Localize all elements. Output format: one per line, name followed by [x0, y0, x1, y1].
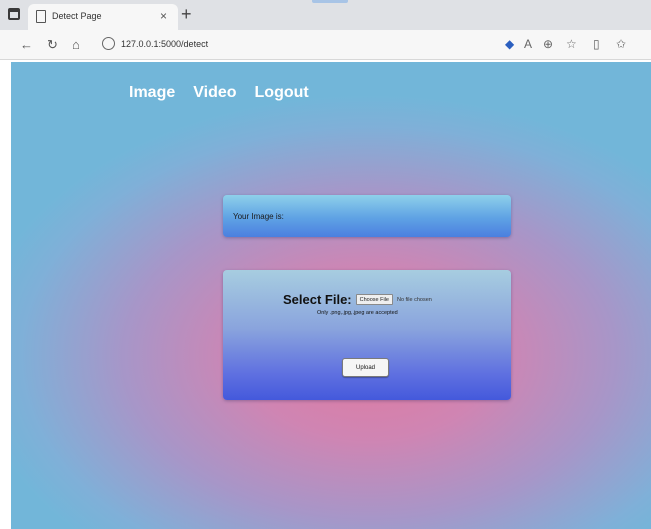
new-tab-icon[interactable]: + — [181, 3, 192, 25]
page-viewport: Image Video Logout Your Image is: Select… — [11, 62, 651, 529]
nav-image-link[interactable]: Image — [129, 84, 175, 102]
no-file-chosen-text: No file chosen — [397, 296, 432, 303]
home-icon[interactable]: ⌂ — [72, 38, 80, 52]
tab-title: Detect Page — [52, 11, 102, 21]
address-bar[interactable]: 127.0.0.1:5000/detect — [121, 39, 208, 49]
read-aloud-icon[interactable]: A — [524, 37, 532, 51]
choose-file-button[interactable]: Choose File — [355, 294, 393, 305]
accepted-formats-note: Only .png,.jpg,.jpeg are accepted — [317, 310, 398, 316]
window-menu-icon[interactable] — [8, 8, 20, 20]
file-select-row: Select File: Choose File No file chosen — [283, 292, 432, 307]
upload-button[interactable]: Upload — [342, 358, 389, 377]
result-panel: Your Image is: — [223, 195, 511, 237]
nav-video-link[interactable]: Video — [193, 84, 236, 102]
result-label: Your Image is: — [233, 212, 284, 221]
upload-panel: Select File: Choose File No file chosen … — [223, 270, 511, 400]
collections-icon[interactable]: ✩ — [616, 37, 626, 51]
page-icon — [36, 10, 46, 23]
top-nav: Image Video Logout — [129, 84, 309, 102]
browser-toolbar: ← ↻ ⌂ 127.0.0.1:5000/detect ◆ A ⊕ ☆ ▯ ✩ — [0, 30, 651, 60]
select-file-label: Select File: — [283, 292, 352, 307]
favorites-icon[interactable]: ☆ — [566, 37, 577, 51]
nav-logout-link[interactable]: Logout — [255, 84, 309, 102]
extension-icon[interactable]: ◆ — [505, 37, 514, 51]
browser-tab[interactable]: Detect Page × — [28, 4, 178, 30]
site-info-icon[interactable] — [102, 37, 115, 50]
tab-strip-indicator — [312, 0, 348, 3]
browser-tab-strip: Detect Page × + — [0, 0, 651, 30]
reload-icon[interactable]: ↻ — [47, 38, 58, 52]
close-tab-icon[interactable]: × — [160, 9, 167, 23]
back-arrow-icon[interactable]: ← — [20, 38, 33, 52]
zoom-icon[interactable]: ⊕ — [543, 37, 553, 51]
split-screen-icon[interactable]: ▯ — [593, 37, 600, 51]
